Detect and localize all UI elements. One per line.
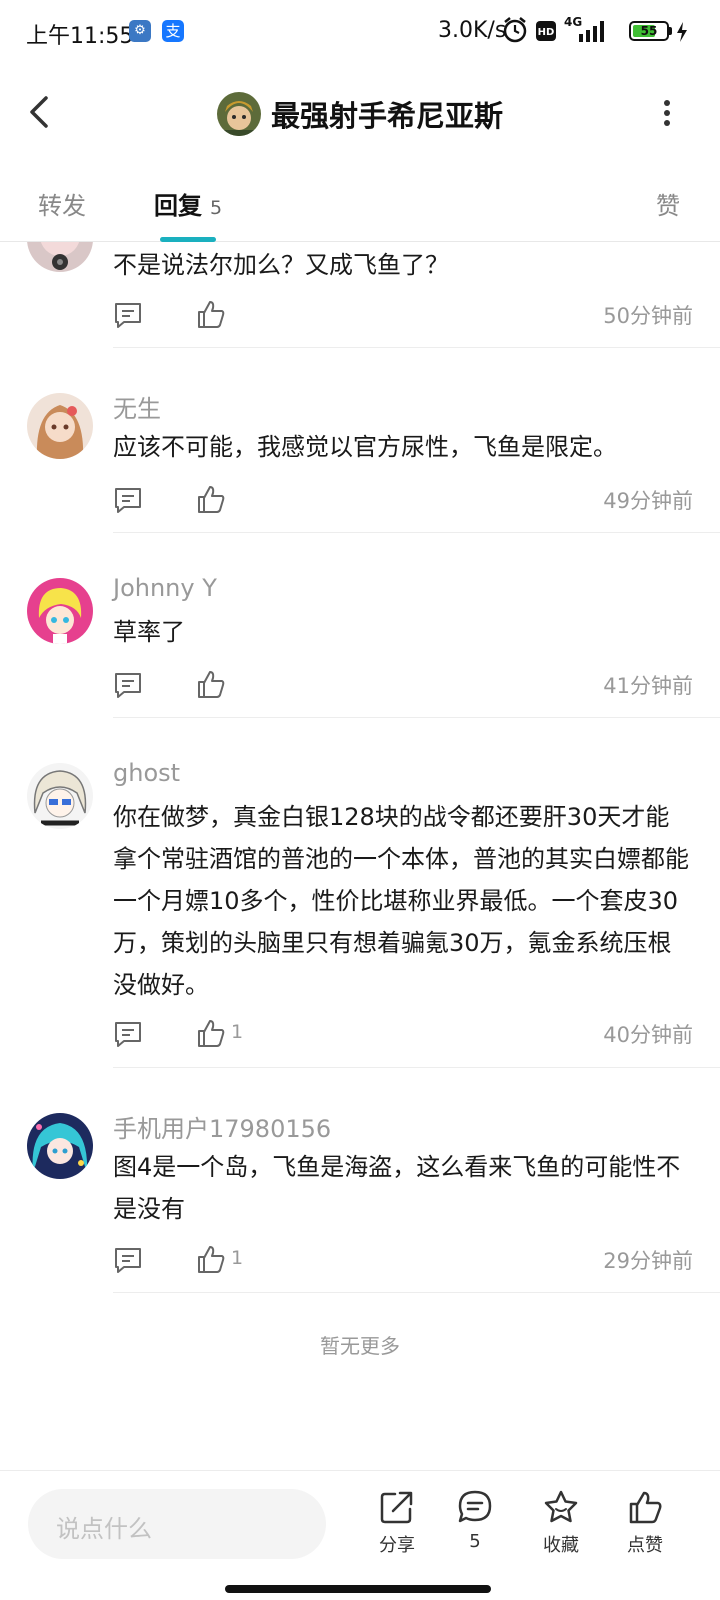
no-more-text: 暂无更多 [320, 1334, 400, 1358]
comment-time: 49分钟前 [603, 489, 693, 513]
more-button[interactable] [652, 96, 682, 132]
hd-icon: HD [536, 21, 556, 41]
bottom-bar: 说点什么 分享 5 收藏 点赞 [0, 1470, 720, 1600]
home-indicator[interactable] [225, 1585, 491, 1593]
battery-icon: 55 [629, 21, 669, 41]
reply-icon[interactable] [113, 1245, 143, 1275]
comment-time: 41分钟前 [603, 674, 693, 698]
comment-text: 图4是一个岛，飞鱼是海盗，这么看来飞鱼的可能性不是没有 [113, 1153, 681, 1223]
comment-count: 5 [469, 1531, 481, 1552]
comment-text: 你在做梦，真金白银128块的战令都还要肝30天才能拿个常驻酒馆的普池的一个本体，… [113, 803, 689, 999]
tab-reply-count: 5 [210, 197, 223, 219]
divider [113, 1067, 720, 1068]
status-time: 上午11:55 [26, 24, 134, 49]
like-icon[interactable] [195, 1017, 227, 1049]
share-button[interactable]: 分享 [362, 1489, 432, 1569]
tab-bar: 转发 回复 5 赞 [0, 164, 720, 242]
tab-active-indicator [160, 237, 216, 242]
reply-icon[interactable] [113, 1019, 143, 1049]
share-icon [380, 1491, 413, 1524]
divider [113, 717, 720, 718]
battery-level: 55 [640, 24, 658, 38]
comment-author[interactable]: 无生 [113, 389, 161, 424]
network-speed: 3.0K/s [438, 18, 507, 43]
divider [113, 1292, 720, 1293]
comment-text: 应该不可能，我感觉以官方尿性，飞鱼是限定。 [113, 433, 617, 461]
tab-reply-label: 回复 [154, 192, 202, 220]
reply-icon[interactable] [113, 485, 143, 515]
tab-like[interactable]: 赞 [656, 186, 680, 221]
comment-author[interactable]: Johnny Y [113, 574, 217, 602]
header: 最强射手希尼亚斯 [0, 64, 720, 164]
comments-button[interactable]: 5 [440, 1489, 510, 1569]
alipay-icon: 支 [162, 20, 184, 42]
like-icon[interactable] [195, 298, 227, 330]
comment-author[interactable]: ghost [113, 759, 180, 787]
title-avatar [216, 92, 261, 136]
divider [113, 347, 720, 348]
avatar[interactable] [27, 242, 93, 272]
like-icon[interactable] [195, 668, 227, 700]
like-button[interactable]: 点赞 [610, 1489, 680, 1569]
share-label: 分享 [379, 1535, 415, 1556]
thumb-up-icon [629, 1491, 662, 1524]
charging-icon [677, 22, 687, 42]
divider [113, 532, 720, 533]
alarm-icon [503, 17, 527, 43]
status-bar: 上午11:55 ⚙ 支 3.0K/s HD 4G 55 [0, 0, 720, 64]
comment-time: 29分钟前 [603, 1249, 693, 1273]
tab-forward[interactable]: 转发 [38, 186, 86, 221]
avatar[interactable] [27, 393, 93, 459]
star-icon [544, 1490, 578, 1523]
comment-text: 不是说法尔加么？又成飞鱼了？ [113, 251, 449, 279]
settings-app-icon: ⚙ [129, 20, 151, 42]
comment-text: 草率了 [113, 618, 185, 646]
avatar[interactable] [27, 763, 93, 829]
reply-icon[interactable] [113, 670, 143, 700]
like-icon[interactable] [195, 1243, 227, 1275]
signal-icon [579, 21, 604, 42]
reply-icon[interactable] [113, 300, 143, 330]
comment-time: 40分钟前 [603, 1023, 693, 1047]
avatar[interactable] [27, 1113, 93, 1179]
like-icon[interactable] [195, 483, 227, 515]
hd-badge-text: HD [538, 27, 555, 38]
comment-list[interactable]: 不是说法尔加么？又成飞鱼了？ 50分钟前 无生 应该不可能，我感觉以官方尿性，飞… [0, 242, 720, 1470]
comment-author[interactable]: 手机用户17980156 [113, 1109, 331, 1144]
comment-input-placeholder: 说点什么 [56, 1515, 152, 1543]
avatar[interactable] [27, 578, 93, 644]
like-count: 1 [231, 1247, 244, 1269]
comment-icon [458, 1490, 492, 1523]
page-title: 最强射手希尼亚斯 [270, 99, 503, 133]
favorite-button[interactable]: 收藏 [526, 1489, 596, 1569]
favorite-label: 收藏 [543, 1535, 579, 1556]
tab-reply[interactable]: 回复 5 [154, 186, 222, 221]
comment-time: 50分钟前 [603, 304, 693, 328]
like-label: 点赞 [627, 1535, 663, 1556]
more-icon [652, 100, 682, 126]
like-count: 1 [231, 1021, 244, 1043]
comment-input[interactable]: 说点什么 [28, 1489, 326, 1559]
